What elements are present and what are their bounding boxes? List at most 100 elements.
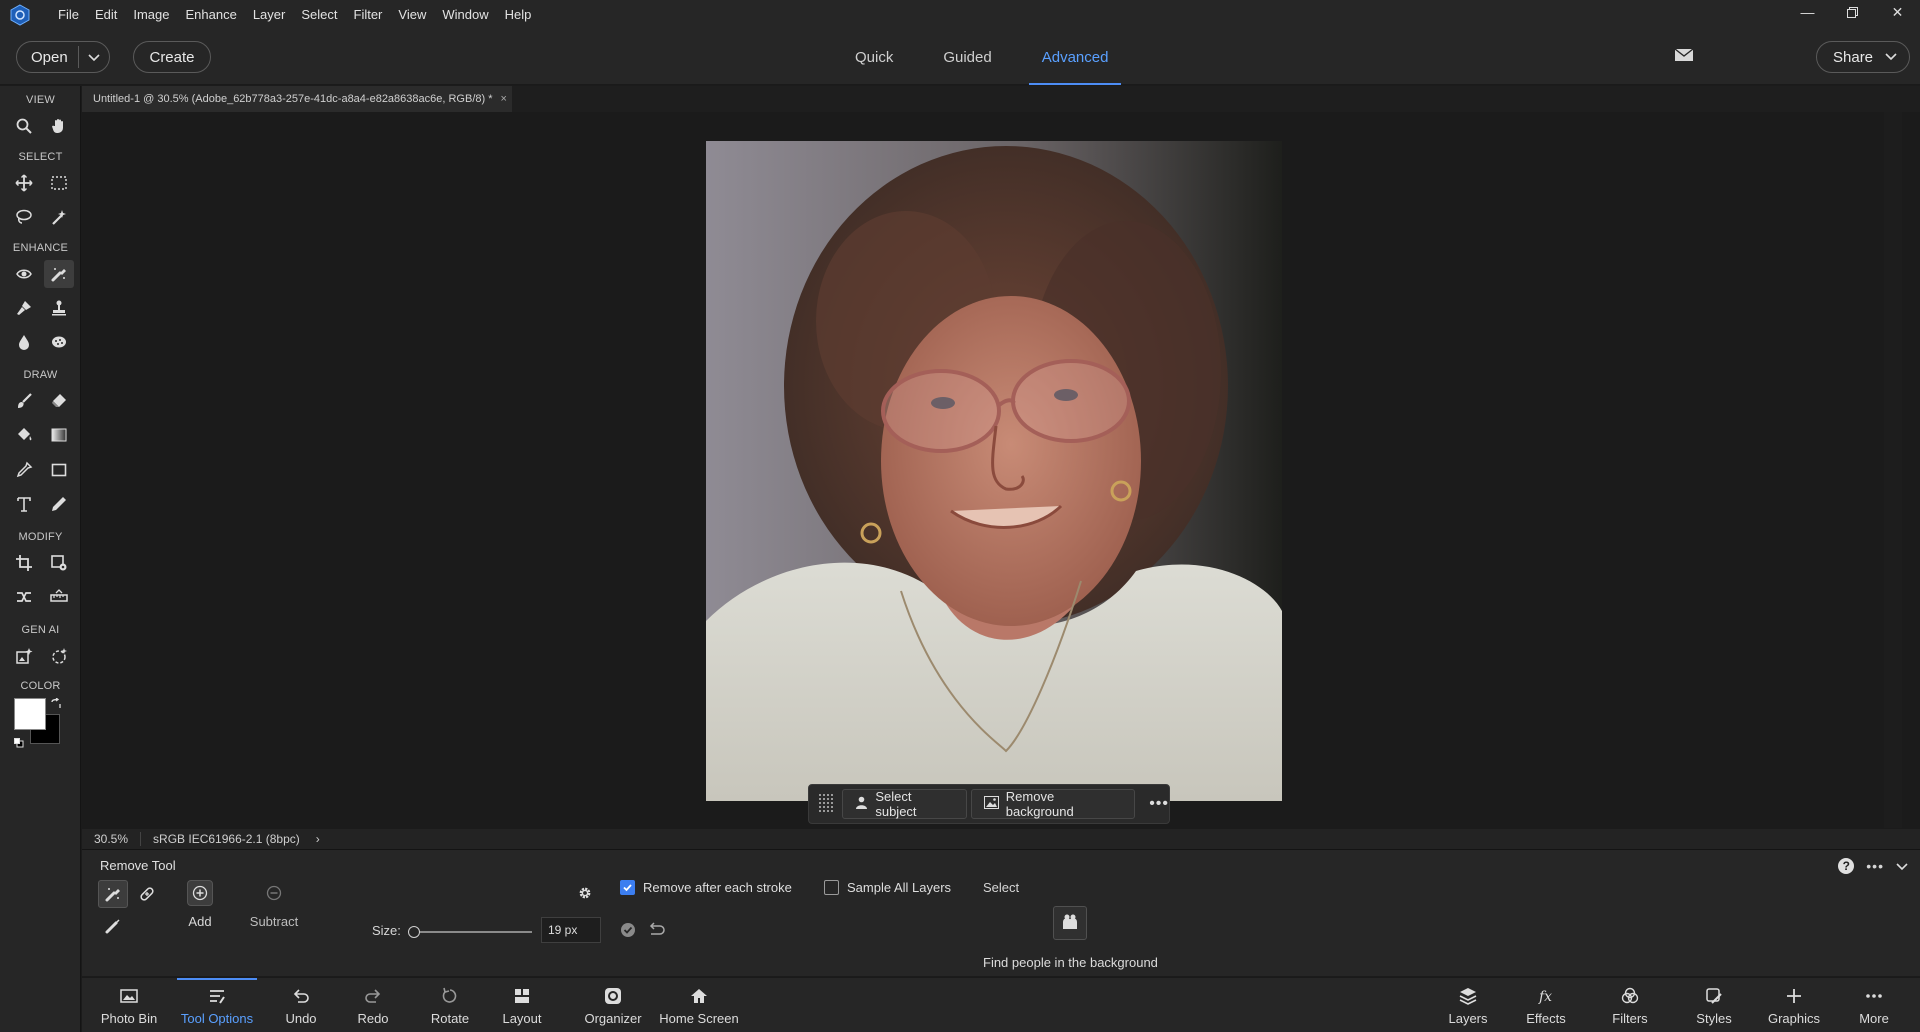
remove-tool-icon[interactable] — [44, 260, 74, 288]
restore-icon[interactable] — [1830, 0, 1875, 24]
menu-filter[interactable]: Filter — [346, 0, 391, 29]
remove-tool-icon[interactable] — [98, 880, 128, 908]
menu-view[interactable]: View — [390, 0, 434, 29]
sample-all-layers-checkbox[interactable] — [824, 880, 839, 895]
minimize-icon[interactable]: — — [1785, 0, 1830, 24]
move-tool-icon[interactable] — [9, 169, 39, 197]
layers-button[interactable]: Layers — [1440, 978, 1496, 1032]
drag-handle-icon[interactable] — [813, 790, 838, 818]
remove-after-stroke-option[interactable]: Remove after each stroke — [620, 880, 792, 895]
swap-colors-icon[interactable] — [50, 697, 62, 710]
menu-image[interactable]: Image — [125, 0, 177, 29]
red-eye-tool-icon[interactable] — [9, 260, 39, 288]
menu-edit[interactable]: Edit — [87, 0, 125, 29]
size-slider[interactable] — [408, 926, 532, 938]
svg-text:fx: fx — [1538, 989, 1552, 1005]
commit-check-icon[interactable] — [620, 922, 636, 941]
menu-select[interactable]: Select — [293, 0, 345, 29]
mail-icon[interactable] — [1674, 47, 1696, 67]
help-icon[interactable]: ? — [1838, 858, 1855, 874]
subtract-mode-button[interactable]: Subtract — [244, 880, 304, 929]
menu-window[interactable]: Window — [434, 0, 496, 29]
select-subject-button[interactable]: Select subject — [842, 789, 967, 819]
reset-icon[interactable] — [648, 922, 666, 939]
menu-layer[interactable]: Layer — [245, 0, 294, 29]
generative-fill-tool-icon[interactable] — [9, 642, 39, 670]
person-icon — [855, 796, 868, 812]
remove-after-stroke-checkbox[interactable] — [620, 880, 635, 895]
plus-icon — [1787, 988, 1801, 1003]
sample-all-layers-option[interactable]: Sample All Layers — [824, 880, 951, 895]
more-options-icon[interactable]: ••• — [1149, 795, 1169, 813]
filters-label: Filters — [1612, 1010, 1648, 1026]
tab-guided[interactable]: Guided — [930, 29, 1004, 85]
open-button[interactable]: Open — [16, 41, 110, 73]
clone-stamp-tool-icon[interactable] — [44, 294, 74, 322]
app-logo-icon[interactable] — [6, 1, 34, 29]
smart-brush-tool-icon[interactable] — [9, 294, 39, 322]
document-tab[interactable]: Untitled-1 @ 30.5% (Adobe_62b778a3-257e-… — [82, 86, 512, 112]
recompose-tool-icon[interactable] — [44, 549, 74, 577]
straighten-tool-icon[interactable] — [44, 583, 74, 611]
brush-tool-icon[interactable] — [9, 387, 39, 415]
styles-button[interactable]: Styles — [1686, 978, 1742, 1032]
tab-quick[interactable]: Quick — [842, 29, 906, 85]
graphics-button[interactable]: Graphics — [1762, 978, 1826, 1032]
canvas-area[interactable]: Select subject Remove background ••• — [82, 112, 1902, 828]
home-screen-button[interactable]: Home Screen — [654, 978, 744, 1032]
eyedropper-tool-icon[interactable] — [9, 456, 39, 484]
sponge-tool-icon[interactable] — [44, 328, 74, 356]
eraser-tool-icon[interactable] — [44, 387, 74, 415]
more-button[interactable]: More — [1846, 978, 1902, 1032]
zoom-tool-icon[interactable] — [9, 112, 39, 140]
menu-file[interactable]: File — [50, 0, 87, 29]
healing-brush-icon[interactable] — [98, 912, 128, 940]
add-mode-button[interactable]: Add — [170, 880, 230, 929]
content-aware-move-tool-icon[interactable] — [9, 583, 39, 611]
close-icon[interactable]: ✕ — [1875, 0, 1920, 24]
effects-button[interactable]: fx Effects — [1518, 978, 1574, 1032]
redo-button[interactable]: Redo — [350, 978, 396, 1032]
blur-tool-icon[interactable] — [9, 328, 39, 356]
type-tool-icon[interactable] — [9, 490, 39, 518]
photo-bin-button[interactable]: Photo Bin — [94, 978, 164, 1032]
foreground-color-swatch[interactable] — [14, 698, 46, 730]
undo-button[interactable]: Undo — [278, 978, 324, 1032]
pencil-tool-icon[interactable] — [44, 490, 74, 518]
section-draw-label: DRAW — [23, 369, 58, 381]
generative-move-tool-icon[interactable] — [44, 642, 74, 670]
shape-tool-icon[interactable] — [44, 456, 74, 484]
vertical-scrollbar[interactable] — [1884, 112, 1902, 828]
rotate-button[interactable]: Rotate — [418, 978, 482, 1032]
quick-selection-tool-icon[interactable] — [44, 203, 74, 231]
create-button[interactable]: Create — [133, 41, 211, 73]
spot-healing-brush-icon[interactable] — [132, 880, 162, 908]
collapse-chevron-icon[interactable] — [1896, 859, 1908, 874]
layout-button[interactable]: Layout — [492, 978, 552, 1032]
menu-help[interactable]: Help — [497, 0, 540, 29]
document-image[interactable] — [706, 141, 1282, 801]
find-people-button[interactable] — [1053, 906, 1087, 940]
filters-button[interactable]: Filters — [1602, 978, 1658, 1032]
remove-background-button[interactable]: Remove background — [970, 789, 1136, 819]
gear-icon[interactable] — [577, 885, 593, 904]
more-options-icon[interactable]: ••• — [1866, 858, 1884, 874]
hand-tool-icon[interactable] — [44, 112, 74, 140]
tab-advanced[interactable]: Advanced — [1028, 29, 1122, 85]
close-tab-icon[interactable]: × — [501, 93, 507, 105]
menu-enhance[interactable]: Enhance — [178, 0, 245, 29]
default-colors-icon[interactable] — [14, 736, 24, 748]
paint-bucket-tool-icon[interactable] — [9, 421, 39, 449]
share-button[interactable]: Share — [1816, 41, 1910, 73]
zoom-level[interactable]: 30.5% — [82, 832, 142, 846]
crop-tool-icon[interactable] — [9, 549, 39, 577]
gradient-tool-icon[interactable] — [44, 421, 74, 449]
chevron-right-icon[interactable]: › — [316, 832, 320, 846]
organizer-button[interactable]: Organizer — [578, 978, 648, 1032]
marquee-tool-icon[interactable] — [44, 169, 74, 197]
slider-thumb[interactable] — [408, 926, 420, 938]
tool-options-button[interactable]: Tool Options — [177, 978, 257, 1032]
chevron-down-icon[interactable] — [79, 49, 109, 66]
size-input[interactable] — [541, 917, 601, 943]
lasso-tool-icon[interactable] — [9, 203, 39, 231]
